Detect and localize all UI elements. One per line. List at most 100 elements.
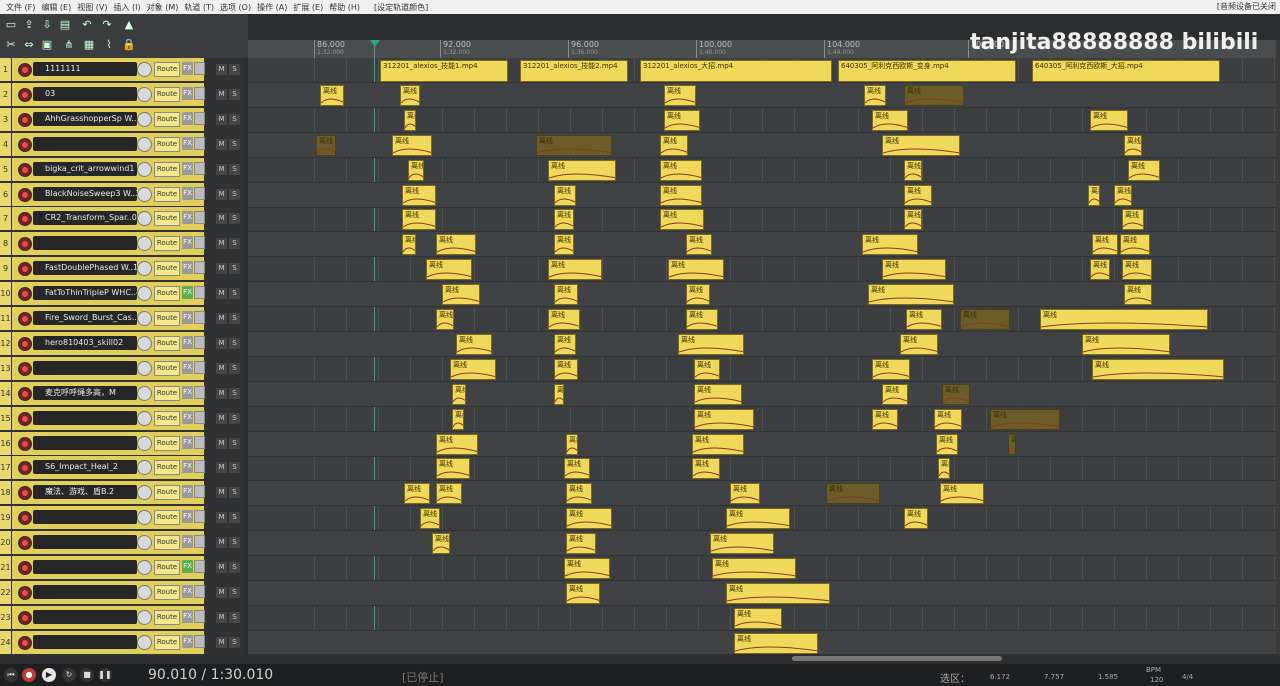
mute-button[interactable]: M [216,88,227,100]
track-row[interactable]: 13 Route FX M S [0,356,244,381]
record-arm-icon[interactable] [18,486,32,501]
fx-button[interactable]: FX [182,435,193,449]
track-name[interactable]: 1111111 [33,62,137,76]
menu-insert[interactable]: 插入 (I) [114,2,141,13]
vertical-scrollbar[interactable] [1276,40,1280,654]
audio-item[interactable]: 离线 [1122,259,1152,281]
record-arm-icon[interactable] [18,162,32,177]
record-arm-icon[interactable] [18,585,32,600]
audio-item[interactable]: 离线 [668,259,724,281]
track-number[interactable]: 10 [0,282,11,306]
track-row[interactable]: 6 BlackNoiseSweep3 W..3 Route FX M S [0,182,244,207]
route-button[interactable]: Route [154,385,180,401]
snap-icon[interactable]: ⋔ [62,38,76,52]
track-row[interactable]: 5 bigka_crit_arrowwind1 Route FX M S [0,157,244,182]
mute-button[interactable]: M [216,512,227,524]
record-arm-icon[interactable] [18,436,32,451]
audio-item[interactable]: 离线 [400,84,420,106]
audio-item[interactable]: 离线 [402,209,436,231]
track-name[interactable] [33,136,137,151]
menu-options[interactable]: 选项 (O) [220,2,251,13]
track-number[interactable]: 15 [0,406,11,430]
track-name[interactable]: CR2_Transform_Spar..02 [33,211,137,226]
record-arm-icon[interactable] [18,635,32,650]
menu-track[interactable]: 轨道 (T) [184,2,214,13]
pause-button[interactable]: ❚❚ [98,668,112,682]
mute-button[interactable]: M [216,113,227,125]
track-header[interactable]: Route FX [12,556,205,579]
track-name[interactable] [33,609,137,624]
volume-knob[interactable] [137,62,152,77]
record-arm-icon[interactable] [18,336,32,351]
play-button[interactable]: ▶ [42,668,56,682]
track-number[interactable]: 16 [0,431,11,455]
track-row[interactable]: 20 Route FX M S [0,531,244,555]
solo-button[interactable]: S [229,163,240,175]
io-icon[interactable] [194,360,205,374]
route-button[interactable]: Route [154,111,180,127]
volume-knob[interactable] [137,161,152,177]
track-name[interactable]: 麦克呼呼绳多高，M [33,385,137,400]
route-button[interactable]: Route [154,236,180,252]
io-icon[interactable] [194,211,205,225]
solo-button[interactable]: S [229,462,240,474]
track-row[interactable]: 3 AhhGrasshopperSp W..2 Route FX M S [0,107,244,132]
route-button[interactable]: Route [154,485,180,501]
bpm-value[interactable]: 120 [1150,676,1163,684]
audio-item[interactable]: 离线 [554,383,564,405]
audio-item[interactable]: 离线 [1090,109,1128,131]
audio-item[interactable]: 离线 [426,259,472,281]
io-icon[interactable] [194,111,205,125]
media-item[interactable]: 312201_alexios_技能2.mp4 [520,60,628,82]
audio-item[interactable]: 离线 [566,582,600,604]
track-header[interactable]: Route FX [12,580,205,604]
volume-knob[interactable] [137,535,152,551]
solo-button[interactable]: S [229,113,240,125]
audio-item[interactable]: 离线 [1008,433,1016,455]
track-name[interactable] [33,584,137,599]
track-row[interactable]: 18 魔法、游戏、盾B.2 Route FX M S [0,481,244,505]
audio-item[interactable]: 离线 [882,383,908,405]
audio-item[interactable]: 离线 [734,607,782,629]
audio-item[interactable]: 离线 [404,109,416,131]
track-row[interactable]: 22 Route FX M S [0,580,244,605]
audio-item[interactable]: 离线 [710,533,774,555]
audio-item[interactable]: 离线 [692,458,720,480]
horizontal-scrollbar[interactable] [248,654,1276,664]
io-icon[interactable] [194,186,205,200]
record-arm-icon[interactable] [18,312,32,326]
audio-item[interactable]: 离线 [940,483,984,505]
io-icon[interactable] [194,510,205,524]
track-header[interactable]: 魔法、游戏、盾B.2 Route FX [12,481,205,505]
menu-edit[interactable]: 编辑 (E) [41,2,71,13]
solo-button[interactable]: S [229,562,240,573]
io-icon[interactable] [194,385,205,399]
route-button[interactable]: Route [154,609,180,625]
audio-item[interactable]: 离线 [960,309,1010,330]
audio-item[interactable]: 离线 [554,184,576,206]
volume-knob[interactable] [137,136,152,152]
audio-item[interactable]: 离线 [990,408,1060,430]
track-number[interactable]: 12 [0,331,11,355]
track-name[interactable] [33,634,137,649]
record-arm-icon[interactable] [18,212,32,227]
audio-item[interactable]: 离线 [660,184,702,206]
audio-item[interactable]: 离线 [402,184,436,206]
track-row[interactable]: 1 1111111 Route FX M S [0,58,244,82]
route-button[interactable]: Route [154,261,180,277]
audio-item[interactable]: 离线 [554,234,574,256]
lock-icon[interactable]: 🔒 [122,38,136,52]
track-number[interactable]: 18 [0,481,11,505]
mute-button[interactable]: M [216,64,227,75]
track-lane[interactable] [248,381,1276,407]
route-button[interactable]: Route [154,311,180,326]
ripple-all-icon[interactable]: ⇔ [22,38,36,52]
selection-start[interactable]: 6.172 [990,673,1010,681]
audio-item[interactable]: 离线 [1124,134,1142,156]
mute-button[interactable]: M [216,537,227,549]
solo-button[interactable]: S [229,437,240,449]
solo-button[interactable]: S [229,138,240,150]
track-name[interactable]: 魔法、游戏、盾B.2 [33,485,137,500]
track-number[interactable]: 6 [0,182,11,206]
new-project-icon[interactable]: ▭ [4,18,18,32]
